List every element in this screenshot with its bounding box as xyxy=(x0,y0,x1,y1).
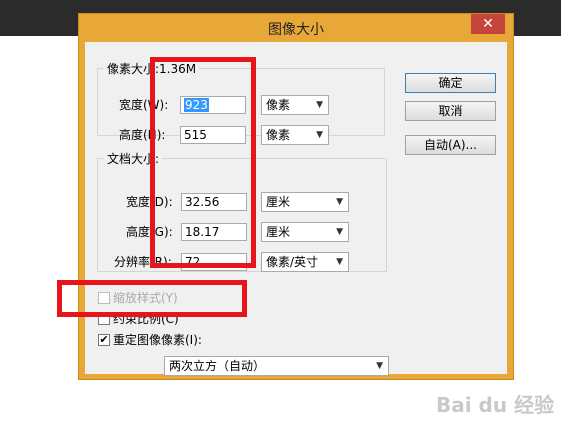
pixel-dimensions-legend: 像素大小:1.36M xyxy=(107,62,197,76)
dialog-title: 图像大小 xyxy=(268,22,324,38)
resolution-unit: 像素/英寸 xyxy=(266,255,319,269)
chevron-down-icon: ▼ xyxy=(336,227,343,237)
chevron-down-icon: ▼ xyxy=(336,257,343,267)
pixel-width-unit-select[interactable]: 像素 ▼ xyxy=(261,95,329,115)
pixel-width-input[interactable]: 923 xyxy=(180,96,246,114)
resample-checkbox[interactable]: ✔ xyxy=(98,334,110,346)
dialog-body: 像素大小:1.36M 宽度(W): 923 像素 ▼ 高度(H): 515 像素 ▼… xyxy=(85,42,507,376)
resolution-label: 分辨率(R): xyxy=(114,255,172,269)
pixel-width-value: 923 xyxy=(184,98,209,112)
scale-styles-checkbox[interactable] xyxy=(98,292,110,304)
constrain-proportions-checkbox[interactable] xyxy=(98,313,110,325)
pixel-height-label: 高度(H): xyxy=(119,128,166,142)
constrain-proportions-label: 约束比例(C) xyxy=(113,312,179,326)
chevron-down-icon: ▼ xyxy=(316,100,323,110)
doc-width-label: 宽度(D): xyxy=(126,195,173,209)
resolution-unit-select[interactable]: 像素/英寸 ▼ xyxy=(261,252,349,272)
auto-button[interactable]: 自动(A)... xyxy=(405,135,496,155)
doc-height-unit-select[interactable]: 厘米 ▼ xyxy=(261,222,349,242)
resolution-input[interactable]: 72 xyxy=(181,253,247,271)
document-size-legend: 文档大小: xyxy=(107,152,160,166)
pixel-height-unit-select[interactable]: 像素 ▼ xyxy=(261,125,329,145)
baidu-watermark: Bai du 经验 xyxy=(436,393,555,417)
cancel-button[interactable]: 取消 xyxy=(405,101,496,121)
chevron-down-icon: ▼ xyxy=(316,130,323,140)
title-bar[interactable]: 图像大小 ✕ xyxy=(79,14,513,42)
pixel-width-unit: 像素 xyxy=(266,98,291,112)
close-button[interactable]: ✕ xyxy=(471,14,505,34)
pixel-height-unit: 像素 xyxy=(266,128,291,142)
doc-width-unit: 厘米 xyxy=(266,195,291,209)
chevron-down-icon: ▼ xyxy=(376,361,383,371)
scale-styles-label: 缩放样式(Y) xyxy=(113,291,178,305)
doc-width-unit-select[interactable]: 厘米 ▼ xyxy=(261,192,349,212)
ok-button[interactable]: 确定 xyxy=(405,73,496,93)
pixel-height-input[interactable]: 515 xyxy=(180,126,246,144)
pixel-width-label: 宽度(W): xyxy=(119,98,169,112)
image-size-dialog: 图像大小 ✕ 像素大小:1.36M 宽度(W): 923 像素 ▼ 高度(H): … xyxy=(78,13,514,380)
doc-height-unit: 厘米 xyxy=(266,225,291,239)
resample-label: 重定图像像素(I): xyxy=(113,333,202,347)
resample-method: 两次立方（自动） xyxy=(169,359,266,373)
doc-height-label: 高度(G): xyxy=(126,225,173,239)
doc-height-input[interactable]: 18.17 xyxy=(181,223,247,241)
doc-width-input[interactable]: 32.56 xyxy=(181,193,247,211)
chevron-down-icon: ▼ xyxy=(336,197,343,207)
resample-method-select[interactable]: 两次立方（自动） ▼ xyxy=(164,356,389,376)
